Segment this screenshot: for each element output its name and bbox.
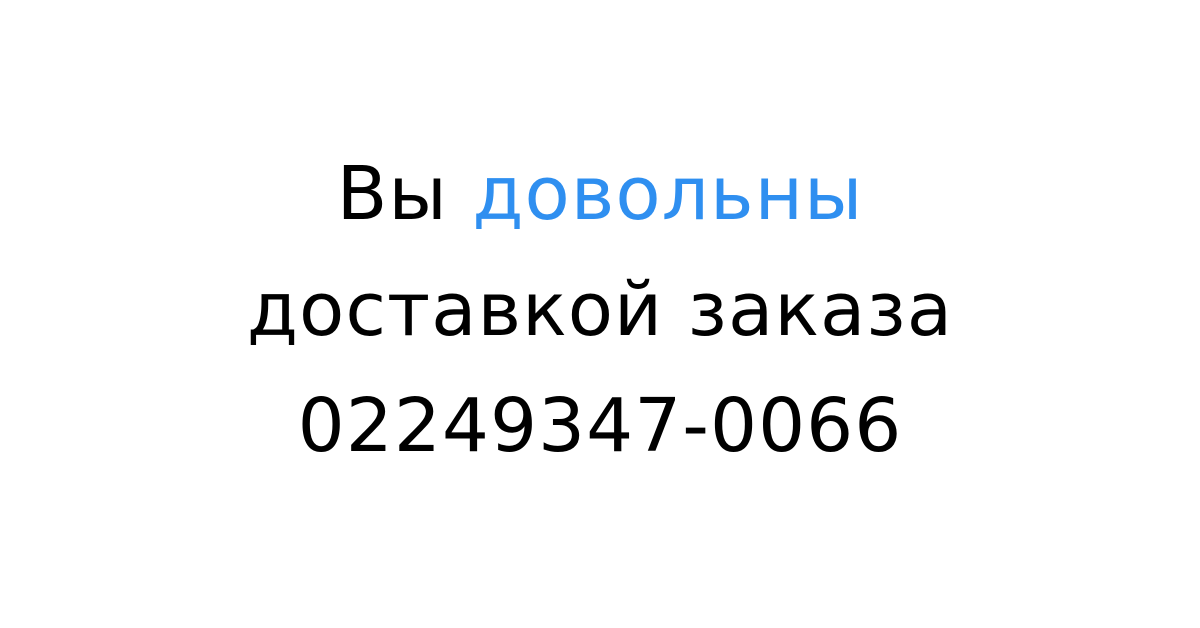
question-line-1: Вы довольны <box>337 136 864 252</box>
phone-number: 02249347-0066 <box>297 383 903 469</box>
message-card: Вы довольны доставкой заказа 02249347-00… <box>0 0 1200 628</box>
question-prefix: Вы <box>336 151 448 237</box>
question-highlight: довольны <box>472 151 864 237</box>
question-line-2: доставкой заказа <box>246 267 954 353</box>
